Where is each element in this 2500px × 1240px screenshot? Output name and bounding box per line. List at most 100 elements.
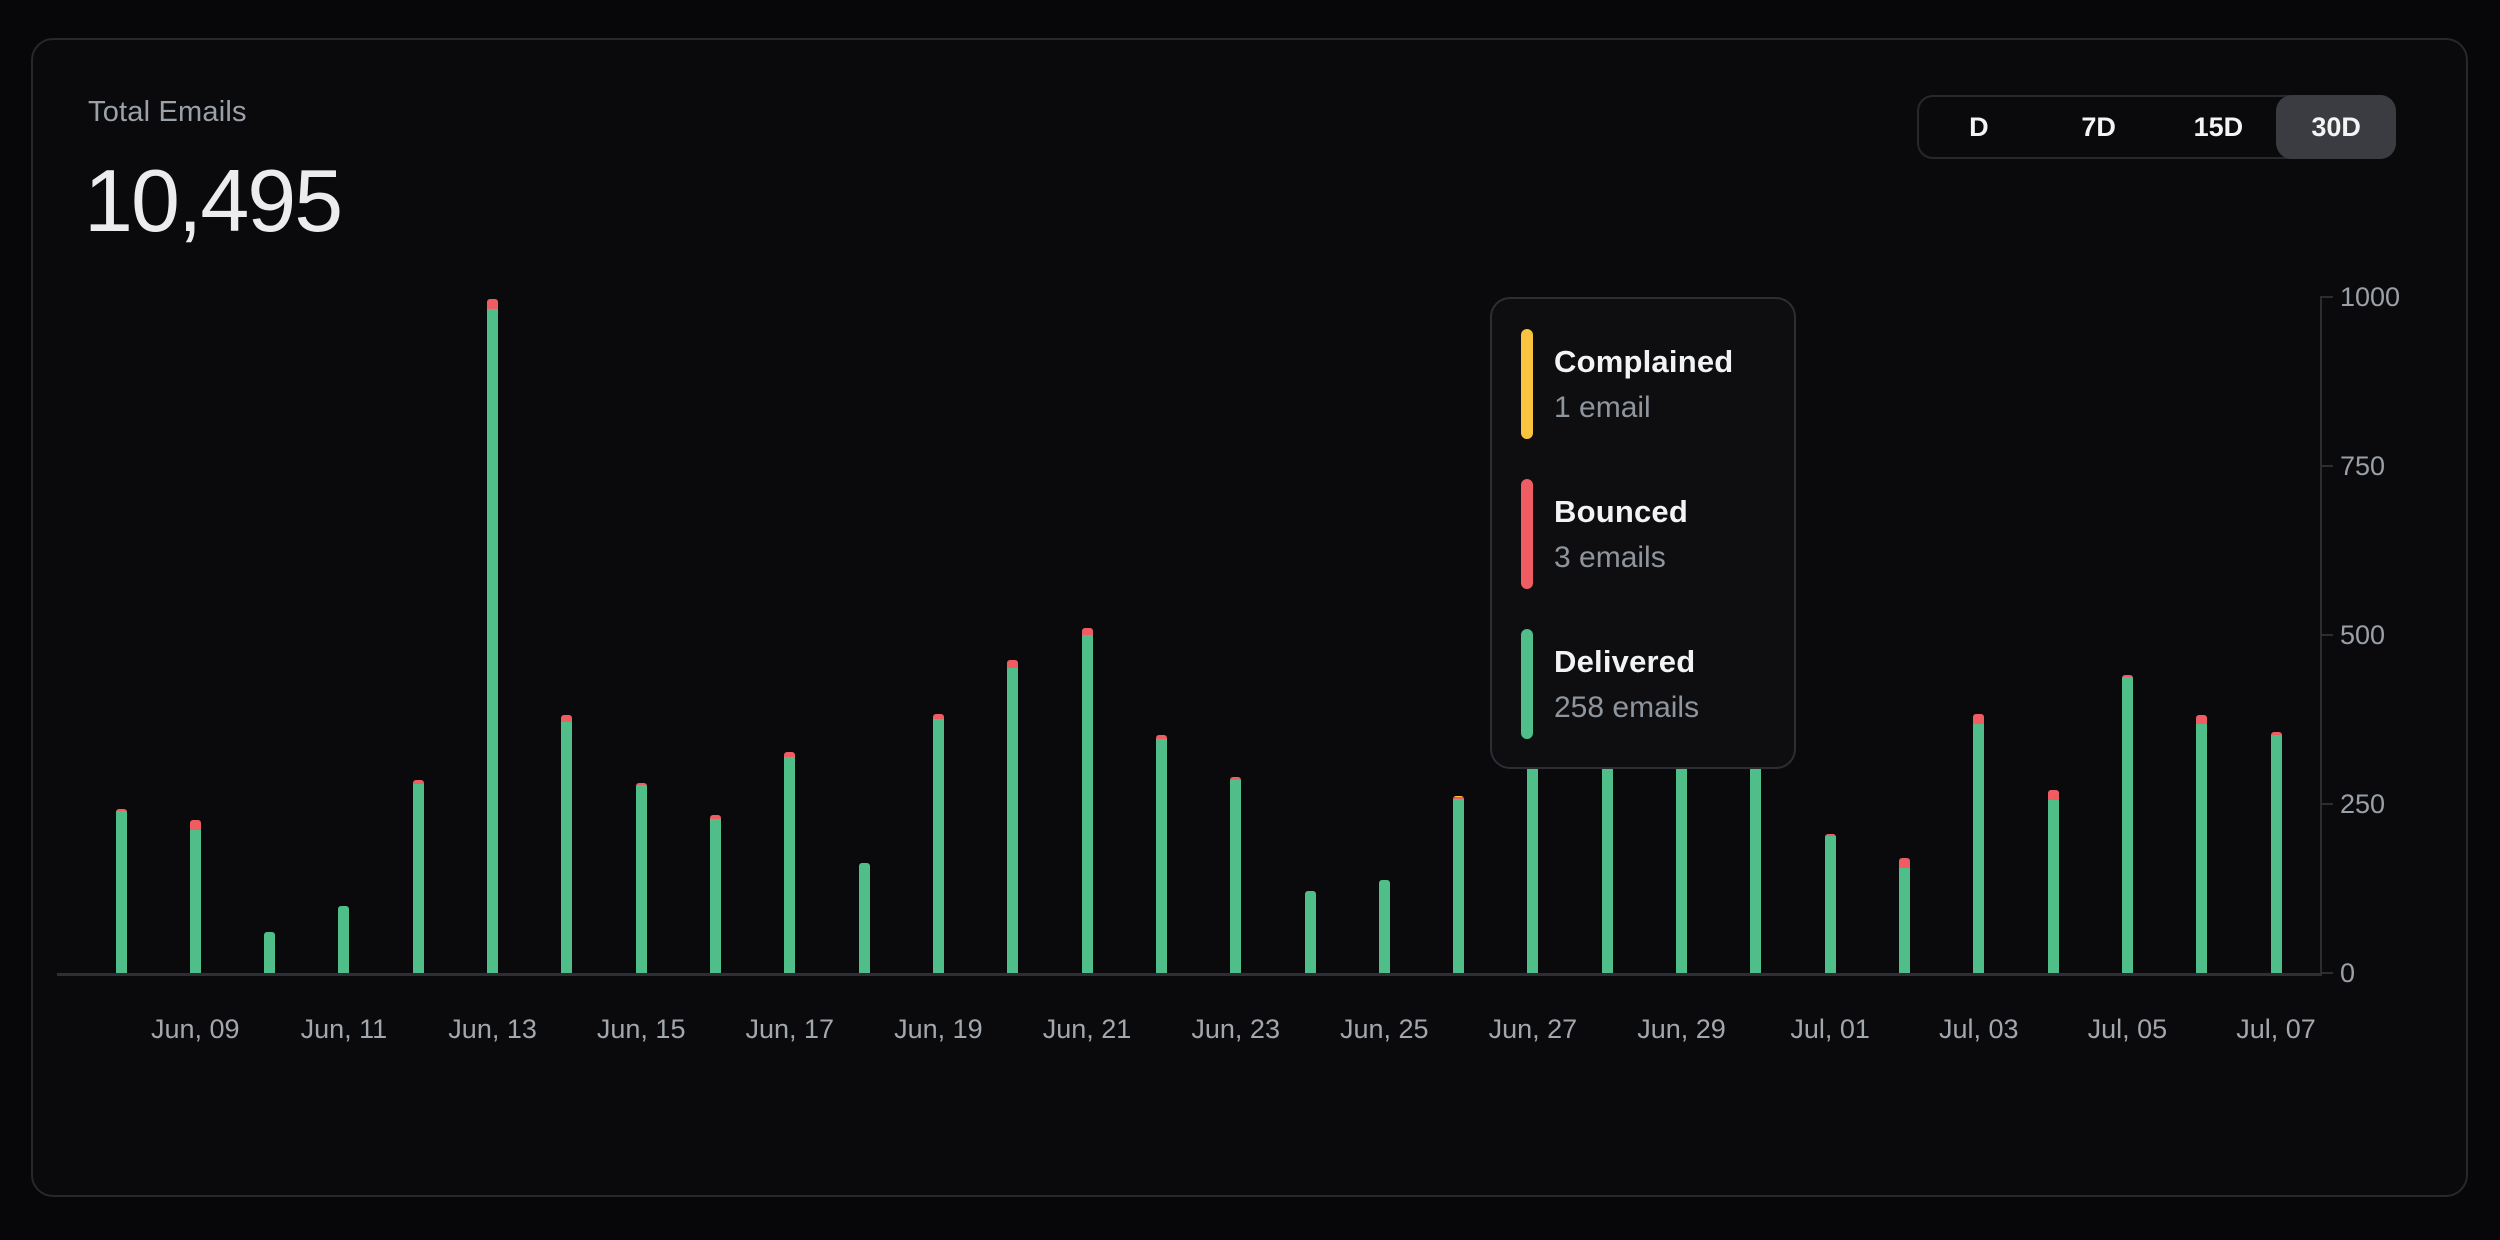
x-axis-line — [57, 973, 2322, 976]
bar-jun-23[interactable] — [1230, 777, 1241, 973]
y-axis-tick-label: 250 — [2340, 788, 2385, 820]
bar-delivered-segment — [1899, 868, 1910, 973]
bar-jun-14[interactable] — [561, 715, 572, 973]
tooltip-label: Bounced — [1554, 494, 1688, 530]
bar-delivered-segment — [413, 784, 424, 973]
tooltip-entry-bounced: Bounced 3 emails — [1521, 479, 1794, 589]
bar-jul-03[interactable] — [1973, 714, 1984, 973]
tooltip-value: 3 emails — [1554, 541, 1688, 575]
x-axis-label: Jun, 23 — [1166, 1014, 1306, 1045]
bar-bounced-segment — [190, 820, 201, 830]
bar-delivered-segment — [487, 309, 498, 973]
y-axis-tick-label: 750 — [2340, 450, 2385, 482]
bar-jul-06[interactable] — [2196, 715, 2207, 973]
bar-bounced-segment — [487, 299, 498, 309]
emails-bar-chart: 02505007501000Jun, 09Jun, 11Jun, 13Jun, … — [33, 40, 2466, 1195]
chart-tooltip: Complained 1 email Bounced 3 emails Deli… — [1490, 297, 1796, 769]
x-axis-label: Jun, 17 — [720, 1014, 860, 1045]
bar-jul-07[interactable] — [2271, 732, 2282, 973]
bar-jun-20[interactable] — [1007, 660, 1018, 973]
bar-jun-12[interactable] — [413, 780, 424, 973]
bounced-color-pill — [1521, 479, 1533, 589]
x-axis-label: Jun, 21 — [1017, 1014, 1157, 1045]
tooltip-label: Complained — [1554, 344, 1733, 380]
bar-bounced-segment — [2048, 790, 2059, 800]
bar-delivered-segment — [1825, 836, 1836, 973]
y-axis-tick — [2320, 465, 2333, 467]
bar-delivered-segment — [859, 863, 870, 973]
bar-jun-21[interactable] — [1082, 628, 1093, 973]
bar-jun-11[interactable] — [338, 906, 349, 973]
x-axis-label: Jul, 07 — [2206, 1014, 2346, 1045]
bar-delivered-segment — [1379, 880, 1390, 973]
bar-jun-13[interactable] — [487, 299, 498, 973]
tooltip-entry-complained: Complained 1 email — [1521, 329, 1794, 439]
bar-delivered-segment — [190, 830, 201, 973]
y-axis-tick-label: 500 — [2340, 619, 2385, 651]
bar-delivered-segment — [710, 819, 721, 973]
bar-bounced-segment — [2196, 715, 2207, 724]
bar-jul-01[interactable] — [1825, 834, 1836, 973]
bar-delivered-segment — [1230, 780, 1241, 973]
complained-color-pill — [1521, 329, 1533, 439]
delivered-color-pill — [1521, 629, 1533, 739]
bar-jun-26[interactable] — [1453, 796, 1464, 973]
y-axis-tick — [2320, 803, 2333, 805]
bar-bounced-segment — [1899, 858, 1910, 868]
tooltip-value: 1 email — [1554, 391, 1733, 425]
bar-delivered-segment — [2122, 677, 2133, 973]
x-axis-label: Jun, 27 — [1463, 1014, 1603, 1045]
bar-jun-09[interactable] — [190, 820, 201, 973]
bar-delivered-segment — [1453, 799, 1464, 973]
x-axis-label: Jun, 29 — [1612, 1014, 1752, 1045]
bar-delivered-segment — [784, 757, 795, 973]
bar-jun-18[interactable] — [859, 863, 870, 973]
bar-jul-04[interactable] — [2048, 790, 2059, 973]
x-axis-label: Jun, 09 — [125, 1014, 265, 1045]
bar-delivered-segment — [2048, 800, 2059, 973]
y-axis-tick-label: 0 — [2340, 957, 2355, 989]
bar-delivered-segment — [1082, 635, 1093, 973]
x-axis-label: Jul, 03 — [1909, 1014, 2049, 1045]
bar-jun-17[interactable] — [784, 752, 795, 973]
bar-jun-08[interactable] — [116, 809, 127, 973]
bar-jul-05[interactable] — [2122, 675, 2133, 973]
bar-jun-22[interactable] — [1156, 735, 1167, 973]
y-axis-tick — [2320, 634, 2333, 636]
bar-bounced-segment — [561, 715, 572, 722]
bar-jun-15[interactable] — [636, 783, 647, 973]
bar-jun-24[interactable] — [1305, 891, 1316, 973]
bar-delivered-segment — [561, 722, 572, 973]
x-axis-label: Jun, 11 — [274, 1014, 414, 1045]
tooltip-label: Delivered — [1554, 644, 1699, 680]
bar-delivered-segment — [2271, 735, 2282, 973]
x-axis-label: Jul, 05 — [2057, 1014, 2197, 1045]
bar-delivered-segment — [1973, 724, 1984, 973]
bar-delivered-segment — [2196, 724, 2207, 973]
bar-delivered-segment — [338, 906, 349, 973]
bar-jun-10[interactable] — [264, 932, 275, 973]
y-axis-tick-label: 1000 — [2340, 281, 2400, 313]
bar-jun-16[interactable] — [710, 815, 721, 973]
x-axis-label: Jun, 25 — [1314, 1014, 1454, 1045]
bar-bounced-segment — [1007, 660, 1018, 668]
bar-delivered-segment — [933, 719, 944, 973]
x-axis-label: Jun, 19 — [868, 1014, 1008, 1045]
bar-delivered-segment — [1305, 891, 1316, 973]
y-axis-tick — [2320, 296, 2333, 298]
bar-jun-19[interactable] — [933, 714, 944, 973]
bar-bounced-segment — [1973, 714, 1984, 724]
bar-delivered-segment — [1156, 739, 1167, 973]
x-axis-label: Jul, 01 — [1760, 1014, 1900, 1045]
tooltip-value: 258 emails — [1554, 691, 1699, 725]
bar-delivered-segment — [636, 785, 647, 973]
bar-delivered-segment — [264, 932, 275, 973]
bar-delivered-segment — [116, 811, 127, 973]
bar-bounced-segment — [1082, 628, 1093, 635]
bar-jul-02[interactable] — [1899, 858, 1910, 973]
x-axis-label: Jun, 15 — [571, 1014, 711, 1045]
bar-jun-25[interactable] — [1379, 880, 1390, 973]
page-background: { "header": { "title": "Total Emails", "… — [0, 0, 2500, 1240]
tooltip-entry-delivered: Delivered 258 emails — [1521, 629, 1794, 739]
total-emails-card: Total Emails 10,495 D 7D 15D 30D 0250500… — [31, 38, 2468, 1197]
